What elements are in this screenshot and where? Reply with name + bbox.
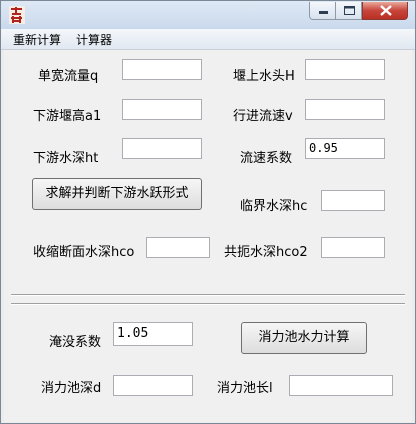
weir-head-label: 堰上水头H xyxy=(233,69,295,84)
section-divider-bottom xyxy=(11,303,405,305)
basin-length-label: 消力池长l xyxy=(217,381,273,396)
submergence-coefficient-input[interactable]: 1.05 xyxy=(113,322,193,346)
approach-velocity-label: 行进流速v xyxy=(233,109,293,124)
app-logo-icon xyxy=(9,6,25,24)
menu-item-calculator[interactable]: 计算器 xyxy=(76,31,112,48)
maximize-icon xyxy=(344,6,355,15)
basin-depth-label: 消力池深d xyxy=(41,381,102,396)
app-window: 重新计算 计算器 单宽流量q 堰上水头H 下游堰高a1 行进流速v 下游水深ht… xyxy=(0,0,416,424)
basin-depth-input[interactable] xyxy=(113,375,193,396)
approach-velocity-input[interactable] xyxy=(305,99,385,120)
basin-length-input[interactable] xyxy=(289,375,393,396)
solve-jump-button[interactable]: 求解并判断下游水跃形式 xyxy=(32,178,202,210)
basin-calculation-button[interactable]: 消力池水力计算 xyxy=(241,322,367,354)
menu-item-recalculate[interactable]: 重新计算 xyxy=(13,31,61,48)
downstream-weir-height-label: 下游堰高a1 xyxy=(33,109,102,124)
critical-depth-input[interactable] xyxy=(321,190,385,211)
maximize-button[interactable] xyxy=(335,2,362,20)
title-bar[interactable] xyxy=(1,1,415,29)
contracted-depth-label: 收缩断面水深hco xyxy=(33,245,135,260)
submergence-coefficient-label: 淹没系数 xyxy=(49,335,102,350)
downstream-weir-height-input[interactable] xyxy=(122,99,202,120)
contracted-depth-input[interactable] xyxy=(146,237,210,258)
unit-flow-label: 单宽流量q xyxy=(38,69,99,84)
velocity-coefficient-input[interactable]: 0.95 xyxy=(305,138,385,159)
main-panel: 单宽流量q 堰上水头H 下游堰高a1 行进流速v 下游水深ht 流速系数 0.9… xyxy=(4,50,412,422)
minimize-icon xyxy=(319,11,328,14)
downstream-depth-label: 下游水深ht xyxy=(33,151,99,166)
downstream-depth-input[interactable] xyxy=(122,138,202,159)
minimize-button[interactable] xyxy=(309,2,336,20)
conjugate-depth-input[interactable] xyxy=(321,237,385,258)
close-button[interactable] xyxy=(362,2,408,20)
critical-depth-label: 临界水深hc xyxy=(240,199,308,214)
velocity-coefficient-label: 流速系数 xyxy=(240,151,293,166)
weir-head-input[interactable] xyxy=(305,59,385,80)
conjugate-depth-label: 共扼水深hco2 xyxy=(224,245,308,260)
menu-bar: 重新计算 计算器 xyxy=(1,29,415,50)
unit-flow-input[interactable] xyxy=(122,59,202,80)
section-divider-top xyxy=(11,294,405,296)
close-icon xyxy=(380,5,392,16)
